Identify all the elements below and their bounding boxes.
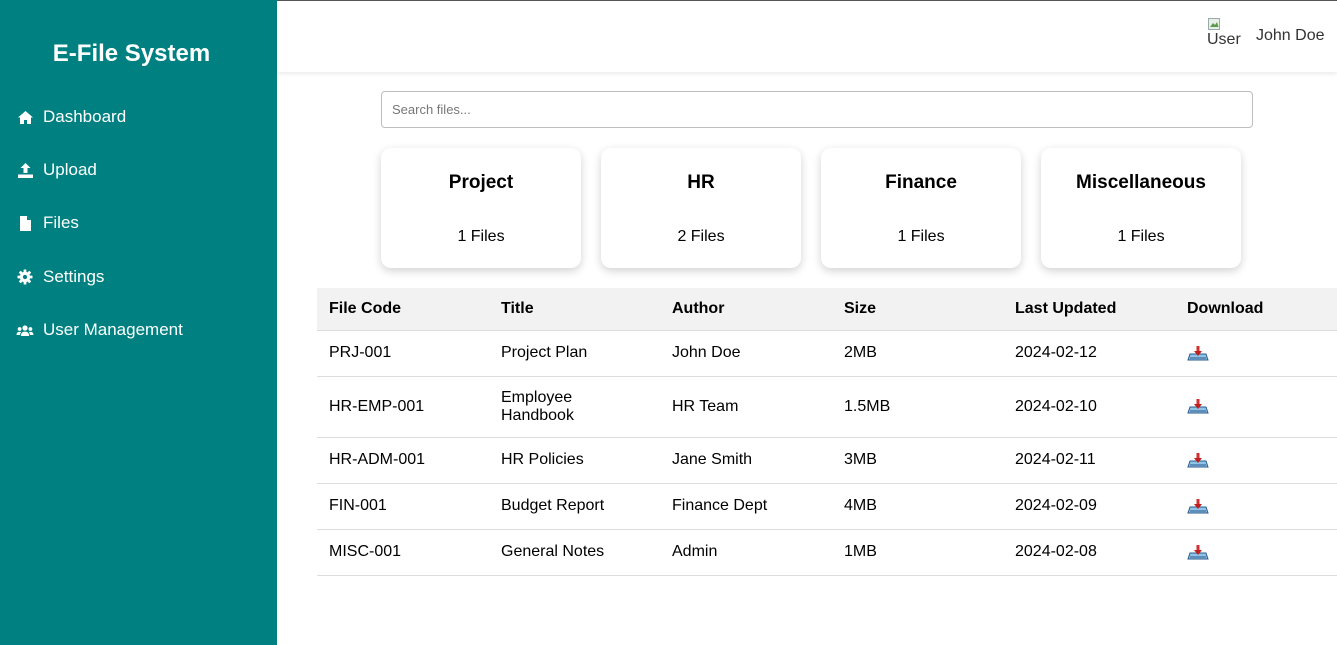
home-icon bbox=[16, 108, 34, 126]
download-icon[interactable] bbox=[1187, 497, 1209, 515]
table-row: PRJ-001 Project Plan John Doe 2MB 2024-0… bbox=[317, 330, 1337, 377]
column-header-last-updated: Last Updated bbox=[1003, 288, 1175, 331]
download-cell bbox=[1175, 529, 1337, 576]
table-row: HR-ADM-001 HR Policies Jane Smith 3MB 20… bbox=[317, 437, 1337, 484]
nav-item-upload[interactable]: Upload bbox=[16, 158, 97, 182]
category-card-miscellaneous[interactable]: Miscellaneous 1 Files bbox=[1041, 148, 1241, 268]
file-code: MISC-001 bbox=[317, 529, 489, 576]
file-title: HR Policies bbox=[489, 437, 660, 484]
file-author: Jane Smith bbox=[660, 437, 832, 484]
table-header-row: File Code Title Author Size Last Updated… bbox=[317, 288, 1337, 331]
users-icon bbox=[16, 321, 34, 339]
file-author: Finance Dept bbox=[660, 483, 832, 530]
column-header-author: Author bbox=[660, 288, 832, 331]
column-header-download: Download bbox=[1175, 288, 1337, 331]
download-icon[interactable] bbox=[1187, 543, 1209, 561]
file-size: 1.5MB bbox=[832, 376, 1003, 438]
nav-item-dashboard[interactable]: Dashboard bbox=[16, 105, 126, 129]
file-title-text: Employee Handbook bbox=[501, 388, 574, 424]
file-icon bbox=[16, 214, 34, 232]
file-size: 1MB bbox=[832, 529, 1003, 576]
category-count: 1 Files bbox=[1117, 228, 1165, 245]
nav-label: Settings bbox=[43, 267, 105, 286]
download-icon[interactable] bbox=[1187, 451, 1209, 469]
table-row: MISC-001 General Notes Admin 1MB 2024-02… bbox=[317, 529, 1337, 576]
gear-icon bbox=[16, 268, 34, 286]
top-bar: User John Doe bbox=[277, 0, 1337, 72]
category-card-hr[interactable]: HR 2 Files bbox=[601, 148, 801, 268]
files-table: File Code Title Author Size Last Updated… bbox=[317, 288, 1337, 576]
file-title: General Notes bbox=[489, 529, 660, 576]
category-title: HR bbox=[687, 172, 715, 193]
nav-label: User Management bbox=[43, 320, 183, 339]
download-cell bbox=[1175, 483, 1337, 530]
column-header-file-code: File Code bbox=[317, 288, 489, 331]
nav-label: Files bbox=[43, 213, 79, 232]
file-title: Project Plan bbox=[489, 330, 660, 377]
file-updated: 2024-02-10 bbox=[1003, 376, 1175, 438]
category-card-project[interactable]: Project 1 Files bbox=[381, 148, 581, 268]
category-title: Project bbox=[448, 172, 514, 193]
file-author: Admin bbox=[660, 529, 832, 576]
file-code: PRJ-001 bbox=[317, 330, 489, 377]
nav-item-settings[interactable]: Settings bbox=[16, 265, 104, 289]
column-header-size: Size bbox=[832, 288, 1003, 331]
app-brand: E-File System bbox=[52, 40, 211, 67]
nav-label: Dashboard bbox=[43, 107, 127, 126]
file-code: HR-EMP-001 bbox=[317, 376, 489, 438]
category-count: 2 Files bbox=[677, 228, 725, 245]
category-title: Finance bbox=[885, 172, 957, 193]
file-updated: 2024-02-09 bbox=[1003, 483, 1175, 530]
sidebar: E-File System Dashboard Upload Files Set… bbox=[0, 0, 277, 645]
search-input[interactable] bbox=[381, 91, 1253, 128]
file-author: HR Team bbox=[660, 376, 832, 438]
category-count: 1 Files bbox=[897, 228, 945, 245]
nav-label: Upload bbox=[43, 160, 97, 179]
file-size: 2MB bbox=[832, 330, 1003, 377]
file-updated: 2024-02-12 bbox=[1003, 330, 1175, 377]
file-code: HR-ADM-001 bbox=[317, 437, 489, 484]
download-cell bbox=[1175, 437, 1337, 484]
file-updated: 2024-02-11 bbox=[1003, 437, 1175, 484]
column-header-title: Title bbox=[489, 288, 660, 331]
username[interactable]: John Doe bbox=[1256, 27, 1325, 45]
file-code: FIN-001 bbox=[317, 483, 489, 530]
table-row: HR-EMP-001 Employee Handbook HR Team 1.5… bbox=[317, 376, 1337, 438]
file-size: 3MB bbox=[832, 437, 1003, 484]
avatar-alt-text: User bbox=[1207, 31, 1241, 48]
file-updated: 2024-02-08 bbox=[1003, 529, 1175, 576]
download-cell bbox=[1175, 330, 1337, 377]
category-count: 1 Files bbox=[457, 228, 505, 245]
avatar[interactable]: User bbox=[1206, 18, 1242, 50]
file-author: John Doe bbox=[660, 330, 832, 377]
upload-icon bbox=[16, 161, 34, 179]
download-icon[interactable] bbox=[1187, 344, 1209, 362]
broken-image-icon bbox=[1208, 18, 1220, 30]
download-icon[interactable] bbox=[1187, 397, 1209, 415]
nav-item-files[interactable]: Files bbox=[16, 211, 79, 235]
nav-item-user-management[interactable]: User Management bbox=[16, 318, 183, 342]
category-card-finance[interactable]: Finance 1 Files bbox=[821, 148, 1021, 268]
category-title: Miscellaneous bbox=[1076, 172, 1206, 193]
download-cell bbox=[1175, 376, 1337, 438]
file-title: Employee Handbook bbox=[489, 376, 660, 438]
table-row: FIN-001 Budget Report Finance Dept 4MB 2… bbox=[317, 483, 1337, 530]
file-size: 4MB bbox=[832, 483, 1003, 530]
file-title: Budget Report bbox=[489, 483, 660, 530]
